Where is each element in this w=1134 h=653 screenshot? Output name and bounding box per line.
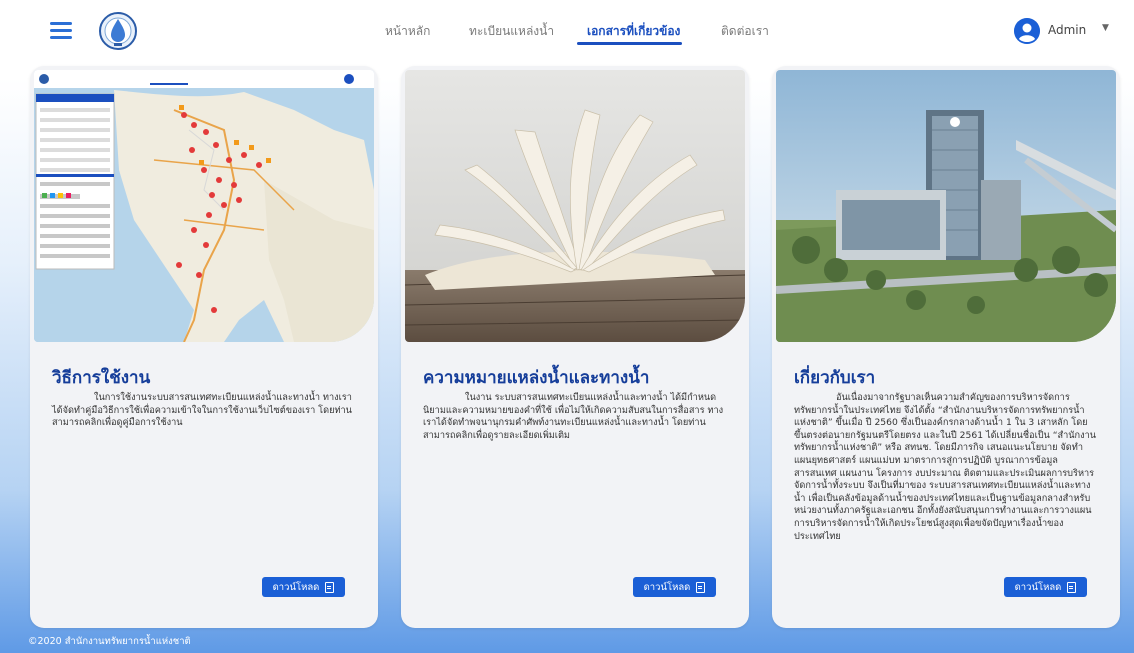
card-title: วิธีการใช้งาน (52, 368, 151, 388)
card-title: ความหมายแหล่งน้ำและทางน้ำ (423, 368, 650, 388)
card-about-us: เกี่ยวกับเรา อันเนื่องมาจากรัฐบาลเห็นควา… (772, 66, 1120, 628)
file-icon[interactable] (1067, 581, 1077, 593)
card-description: ในการใช้งานระบบสารสนเทศทะเบียนแหล่งน้ำแล… (52, 392, 352, 429)
card-title: เกี่ยวกับเรา (794, 368, 876, 388)
download-label[interactable]: ดาวน์โหลด (1015, 580, 1062, 595)
office-building-image (776, 70, 1116, 342)
card-user-guide: วิธีการใช้งาน ในการใช้งานระบบสารสนเทศทะเ… (30, 66, 378, 628)
building-photo (776, 70, 1116, 342)
nav-documents[interactable]: เอกสารที่เกี่ยวข้อง (587, 22, 680, 41)
user-name[interactable]: Admin (1048, 23, 1086, 37)
download-button[interactable]: ดาวน์โหลด (1004, 577, 1087, 597)
card-description: อันเนื่องมาจากรัฐบาลเห็นความสำคัญของการบ… (794, 392, 1097, 542)
footer-copyright: ©2020 สำนักงานทรัพยากรน้ำแห่งชาติ (28, 636, 191, 647)
map-thumbnail (34, 70, 374, 342)
hamburger-menu-icon[interactable] (50, 22, 72, 40)
book-photo (405, 70, 745, 342)
file-icon[interactable] (325, 581, 335, 593)
card-definitions: ความหมายแหล่งน้ำและทางน้ำ ในงาน ระบบสารส… (401, 66, 749, 628)
download-button[interactable]: ดาวน์โหลด (633, 577, 716, 597)
nav-water-registry[interactable]: ทะเบียนแหล่งน้ำ (469, 22, 554, 41)
download-label[interactable]: ดาวน์โหลด (644, 580, 691, 595)
download-label[interactable]: ดาวน์โหลด (273, 580, 320, 595)
nav-contact[interactable]: ติดต่อเรา (721, 22, 769, 41)
file-icon[interactable] (696, 581, 706, 593)
onwr-logo[interactable] (98, 10, 138, 52)
nav-home[interactable]: หน้าหลัก (385, 22, 430, 41)
active-tab-indicator (577, 42, 682, 45)
top-navigation-bar: หน้าหลัก ทะเบียนแหล่งน้ำ เอกสารที่เกี่ยว… (0, 0, 1134, 62)
card-description: ในงาน ระบบสารสนเทศทะเบียนแหล่งน้ำและทางน… (423, 392, 724, 441)
map-screenshot-image (34, 70, 374, 342)
user-circle-icon[interactable] (1014, 18, 1040, 44)
caret-down-icon[interactable]: ▼ (1102, 23, 1109, 33)
open-book-image (405, 70, 745, 342)
download-button[interactable]: ดาวน์โหลด (262, 577, 345, 597)
map-illustration (34, 70, 374, 342)
